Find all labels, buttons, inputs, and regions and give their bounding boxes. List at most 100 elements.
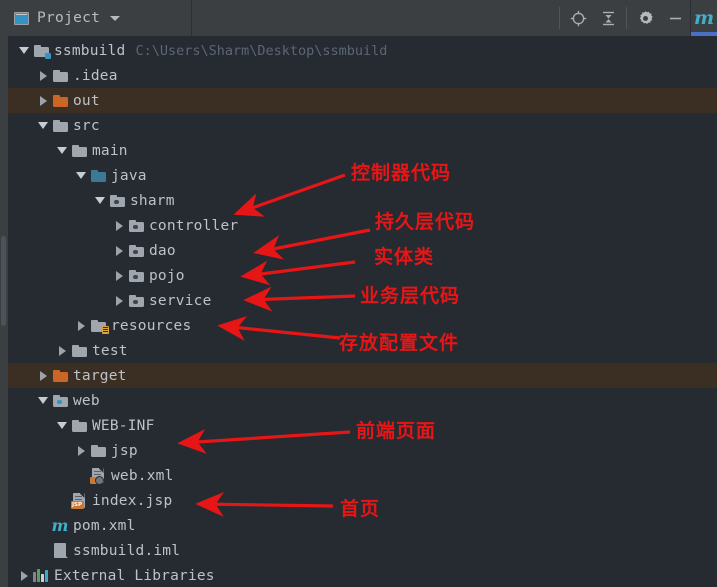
folder-resources-root-icon [90,319,109,334]
tree-row-idea[interactable]: .idea [8,63,717,88]
tree-row-dao[interactable]: dao [8,238,717,263]
tree-node-label: ssmbuild.iml [73,542,181,559]
tree-toggle-expanded[interactable] [35,388,51,413]
tree-toggle-collapsed[interactable] [111,238,127,263]
project-tool-window-header[interactable]: Project [0,0,192,36]
tree-toggle-none [54,488,70,513]
locate-target-icon[interactable] [563,0,593,36]
tree-toggle-collapsed[interactable] [111,288,127,313]
folder-icon [52,119,68,132]
tree-toggle-collapsed[interactable] [35,88,51,113]
tree-toggle-expanded[interactable] [16,38,32,63]
tree-node-label: service [149,292,212,309]
tree-node-label: src [73,117,100,134]
tree-row-webxml[interactable]: web.xml [8,463,717,488]
package-icon [109,194,125,207]
tree-row-target[interactable]: target [8,363,717,388]
libraries-icon [33,569,49,582]
collapse-all-icon[interactable] [593,0,623,36]
folder-icon [71,344,87,357]
tree-node-icon [108,188,126,213]
tree-node-icon: m [51,513,69,538]
tree-toggle-collapsed[interactable] [111,213,127,238]
tree-toggle-expanded[interactable] [54,413,70,438]
tree-toggle-collapsed[interactable] [54,338,70,363]
folder-excluded-icon [52,94,68,107]
folder-module-icon [33,44,51,59]
maven-icon: m [693,6,715,29]
tree-toggle-collapsed[interactable] [35,363,51,388]
tree-toggle-collapsed[interactable] [16,563,32,587]
tree-toggle-expanded[interactable] [54,138,70,163]
tree-row-controller[interactable]: controller [8,213,717,238]
annotation-resources: 存放配置文件 [339,332,460,354]
maven-tool-window-tab[interactable]: m [690,0,717,36]
tree-node-icon [127,238,145,263]
tree-node-label: java [111,167,147,184]
tree-row-web[interactable]: web [8,388,717,413]
gear-icon[interactable] [630,0,660,36]
package-icon [128,269,144,282]
tree-row-src[interactable]: src [8,113,717,138]
tree-node-label: jsp [111,442,138,459]
tree-toggle-collapsed[interactable] [35,63,51,88]
iml-file-icon [54,543,66,558]
tree-node-icon [89,438,107,463]
tree-toggle-none [35,513,51,538]
tree-toggle-none [73,463,89,488]
tree-node-label: controller [149,217,239,234]
tree-toggle-collapsed[interactable] [73,438,89,463]
ide-project-tool-window: Project m ssmbuild C:\Users\Sharm\Deskto… [0,0,717,587]
tree-node-label: target [73,367,127,384]
tree-node-icon [127,263,145,288]
folder-excluded-icon [52,369,68,382]
annotation-controller: 控制器代码 [351,162,452,184]
tree-node-label: resources [111,317,192,334]
toolbar-spacer [192,0,556,36]
chevron-down-icon[interactable] [110,15,121,21]
tool-window-toolbar: Project m [0,0,717,36]
tree-row-out[interactable]: out [8,88,717,113]
scrollbar-thumb[interactable] [1,236,6,326]
tree-node-icon [51,88,69,113]
minimize-icon[interactable] [660,0,690,36]
toolbar-divider-2 [626,7,627,29]
tree-toggle-expanded[interactable] [35,113,51,138]
tree-node-icon [127,288,145,313]
annotation-service: 业务层代码 [360,285,461,307]
annotation-pojo: 实体类 [374,246,435,268]
tree-toggle-expanded[interactable] [73,163,89,188]
annotation-index-jsp: 首页 [340,498,381,520]
tree-node-icon [127,213,145,238]
tree-node-icon [51,388,69,413]
tool-window-title: Project [37,10,101,26]
tree-row-ssmbuild[interactable]: ssmbuild C:\Users\Sharm\Desktop\ssmbuild [8,38,717,63]
folder-icon [52,69,68,82]
toolbar-divider [559,7,560,29]
tree-row-extlibs[interactable]: External Libraries [8,563,717,587]
tree-row-sharm[interactable]: sharm [8,188,717,213]
tree-node-label: out [73,92,100,109]
tree-toggle-expanded[interactable] [92,188,108,213]
xml-file-icon [89,468,105,485]
folder-icon [90,444,106,457]
tree-toggle-collapsed[interactable] [111,263,127,288]
tree-node-icon [70,338,88,363]
maven-file-icon: m [51,515,69,535]
tree-node-label: main [92,142,128,159]
tree-toggle-collapsed[interactable] [73,313,89,338]
tree-node-icon [51,113,69,138]
package-icon [128,294,144,307]
jsp-file-icon: JSP [70,493,86,509]
tree-row-iml[interactable]: ssmbuild.iml [8,538,717,563]
tree-node-label: pom.xml [73,517,136,534]
